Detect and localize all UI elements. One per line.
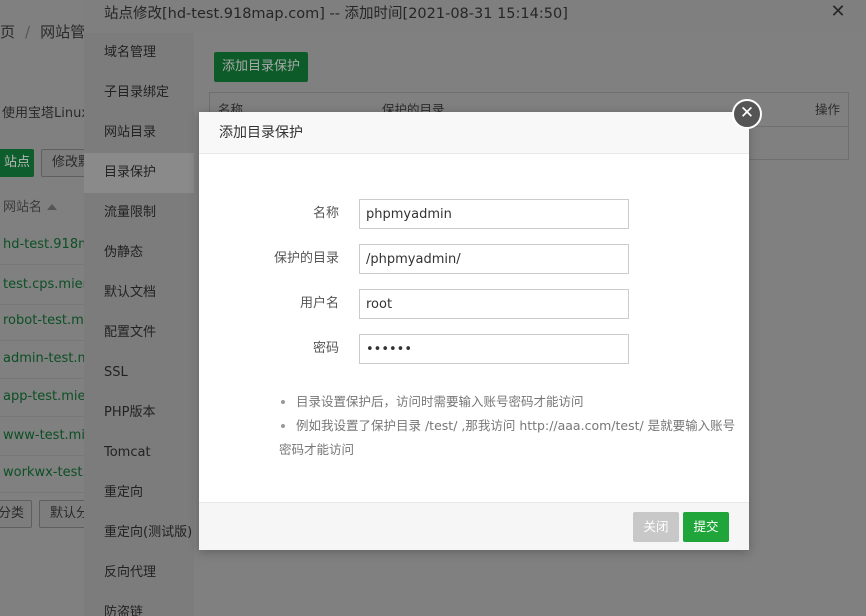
- close-button[interactable]: 关闭: [633, 512, 679, 542]
- username-label: 用户名: [299, 296, 339, 311]
- add-site-button[interactable]: 站点: [0, 149, 34, 177]
- sidebar-item-ssl[interactable]: SSL: [84, 353, 194, 393]
- sidebar-item-config-file[interactable]: 配置文件: [84, 313, 194, 353]
- name-row: 名称: [199, 199, 749, 229]
- add-dir-protection-button[interactable]: 添加目录保护: [214, 52, 308, 82]
- sidebar-item-subdir-binding[interactable]: 子目录绑定: [84, 73, 194, 113]
- column-actions: 操作: [814, 102, 840, 117]
- sidebar-item-php-version[interactable]: PHP版本: [84, 393, 194, 433]
- sidebar-item-default-doc[interactable]: 默认文档: [84, 273, 194, 313]
- password-label: 密码: [312, 341, 339, 356]
- name-input[interactable]: [359, 199, 629, 229]
- sidebar-item-rewrite[interactable]: 伪静态: [84, 233, 194, 273]
- sidebar-item-site-dir[interactable]: 网站目录: [84, 113, 194, 153]
- sidebar-item-redirect[interactable]: 重定向: [84, 473, 194, 513]
- dialog-footer: 关闭 提交: [199, 502, 749, 550]
- dialog-title: 添加目录保护: [199, 112, 749, 154]
- sidebar-item-domain[interactable]: 域名管理: [84, 33, 194, 73]
- panel-title-bar: 站点修改[hd-test.918map.com] -- 添加时间[2021-08…: [84, 0, 866, 26]
- sidebar-item-tomcat[interactable]: Tomcat: [84, 433, 194, 473]
- help-notes: 目录设置保护后，访问时需要输入账号密码才能访问 例如我设置了保护目录 /test…: [279, 390, 739, 462]
- submit-button[interactable]: 提交: [683, 512, 729, 542]
- settings-sidebar: 域名管理 子目录绑定 网站目录 目录保护 流量限制 伪静态 默认文档 配置文件 …: [84, 33, 194, 616]
- site-name-header-label: 网站名: [3, 200, 43, 215]
- breadcrumb-separator: /: [25, 23, 31, 41]
- protected-dir-input[interactable]: [359, 244, 629, 274]
- sort-asc-icon: [47, 204, 58, 210]
- breadcrumb-home[interactable]: 首页: [0, 23, 15, 41]
- help-note: 例如我设置了保护目录 /test/ ,那我访问 http://aaa.com/t…: [279, 414, 739, 462]
- name-label: 名称: [312, 206, 339, 221]
- username-input[interactable]: [359, 289, 629, 319]
- password-input[interactable]: [359, 334, 629, 364]
- category-button[interactable]: 分类: [0, 500, 32, 528]
- help-note: 目录设置保护后，访问时需要输入账号密码才能访问: [279, 390, 739, 414]
- sidebar-item-reverse-proxy[interactable]: 反向代理: [84, 553, 194, 593]
- add-dir-protection-dialog: 添加目录保护 名称 保护的目录 用户名 密码 目录设置保护后，访问时需要输入账号…: [199, 112, 749, 550]
- user-row: 用户名: [199, 289, 749, 319]
- panel-title: 站点修改[hd-test.918map.com] -- 添加时间[2021-08…: [104, 6, 568, 22]
- dir-row: 保护的目录: [199, 244, 749, 274]
- password-row: 密码: [199, 334, 749, 364]
- sidebar-item-traffic-limit[interactable]: 流量限制: [84, 193, 194, 233]
- sidebar-item-dir-protection[interactable]: 目录保护: [84, 153, 194, 193]
- sidebar-item-redirect-beta[interactable]: 重定向(测试版): [84, 513, 194, 553]
- sidebar-item-hotlink-protection[interactable]: 防盗链: [84, 593, 194, 616]
- panel-close-icon[interactable]: ✕: [830, 2, 846, 22]
- modal-close-icon[interactable]: ✕: [732, 99, 762, 129]
- dir-label: 保护的目录: [273, 251, 339, 266]
